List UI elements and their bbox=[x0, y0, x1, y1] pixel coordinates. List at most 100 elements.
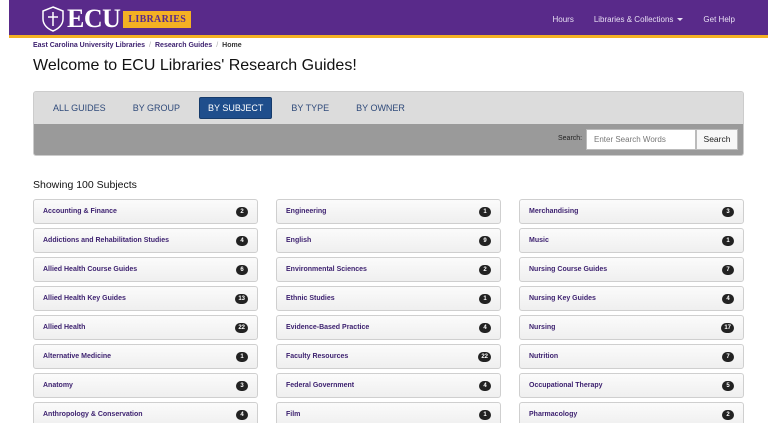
guide-count-badge: 7 bbox=[722, 265, 734, 275]
subject-column-2: Engineering 1 English 9 Environmental Scienc… bbox=[276, 199, 501, 423]
subject-column-1: Accounting & Finance 2 Addictions and Reha… bbox=[33, 199, 258, 423]
subject-list-item[interactable]: Music 1 bbox=[519, 228, 744, 253]
subject-list-item[interactable]: Nutrition 7 bbox=[519, 344, 744, 369]
subject-label: Allied Health Key Guides bbox=[43, 295, 126, 302]
subject-label: Anthropology & Conservation bbox=[43, 411, 143, 418]
subject-list-item[interactable]: Ethnic Studies 1 bbox=[276, 286, 501, 311]
subject-list-item[interactable]: Addictions and Rehabilitation Studies 4 bbox=[33, 228, 258, 253]
subject-label: Music bbox=[529, 237, 549, 244]
guide-count-badge: 1 bbox=[479, 207, 491, 217]
subject-label: Ethnic Studies bbox=[286, 295, 335, 302]
subject-list-item[interactable]: English 9 bbox=[276, 228, 501, 253]
guide-count-badge: 1 bbox=[722, 236, 734, 246]
breadcrumb: East Carolina University Libraries / Res… bbox=[33, 42, 242, 49]
guide-count-badge: 9 bbox=[479, 236, 491, 246]
search-input[interactable]: Enter Search Words bbox=[586, 129, 696, 150]
tab-all-guides[interactable]: ALL GUIDES bbox=[45, 98, 114, 118]
guide-count-badge: 4 bbox=[479, 381, 491, 391]
subject-column-3: Merchandising 3 Music 1 Nursing Course Guide… bbox=[519, 199, 744, 423]
nav-get-help-link[interactable]: Get Help bbox=[703, 15, 735, 24]
tab-by-subject[interactable]: BY SUBJECT bbox=[199, 97, 273, 119]
subject-list-item[interactable]: Anthropology & Conservation 4 bbox=[33, 402, 258, 423]
guide-count-badge: 7 bbox=[722, 352, 734, 362]
subject-list-item[interactable]: Anatomy 3 bbox=[33, 373, 258, 398]
nav-hours-link[interactable]: Hours bbox=[552, 15, 573, 24]
guide-count-badge: 2 bbox=[722, 410, 734, 420]
search-bar: Search: Enter Search Words Search bbox=[34, 124, 743, 155]
search-label: Search: bbox=[558, 135, 583, 142]
caret-down-icon bbox=[677, 17, 684, 21]
subject-list-item[interactable]: Occupational Therapy 5 bbox=[519, 373, 744, 398]
subject-list-item[interactable]: Allied Health 22 bbox=[33, 315, 258, 340]
subject-label: Nursing Course Guides bbox=[529, 266, 608, 273]
subject-label: Accounting & Finance bbox=[43, 208, 117, 215]
site-header: ECU LIBRARIES Hours Libraries & Collecti… bbox=[9, 0, 768, 38]
subject-list-item[interactable]: Environmental Sciences 2 bbox=[276, 257, 501, 282]
subject-label: Nursing Key Guides bbox=[529, 295, 596, 302]
subject-label: Alternative Medicine bbox=[43, 353, 112, 360]
subject-label: Occupational Therapy bbox=[529, 382, 603, 389]
guide-count-badge: 22 bbox=[478, 352, 491, 362]
breadcrumb-link[interactable]: Research Guides bbox=[155, 42, 212, 49]
subject-list-item[interactable]: Merchandising 3 bbox=[519, 199, 744, 224]
guide-count-badge: 2 bbox=[236, 207, 248, 217]
tab-by-type[interactable]: BY TYPE bbox=[283, 98, 337, 118]
subject-label: Pharmacology bbox=[529, 411, 578, 418]
tab-by-group[interactable]: BY GROUP bbox=[125, 98, 188, 118]
breadcrumb-link[interactable]: East Carolina University Libraries bbox=[33, 42, 145, 49]
page-title: Welcome to ECU Libraries' Research Guide… bbox=[33, 57, 357, 74]
subjects-count-heading: Showing 100 Subjects bbox=[33, 179, 137, 191]
subject-list-item[interactable]: Evidence-Based Practice 4 bbox=[276, 315, 501, 340]
guide-count-badge: 1 bbox=[479, 410, 491, 420]
guides-tabs-panel: ALL GUIDES BY GROUP BY SUBJECT BY TYPE B… bbox=[33, 91, 744, 156]
logo-text: ECU bbox=[67, 4, 121, 33]
subject-list-item[interactable]: Nursing Course Guides 7 bbox=[519, 257, 744, 282]
subject-list-item[interactable]: Film 1 bbox=[276, 402, 501, 423]
guide-count-badge: 17 bbox=[721, 323, 734, 333]
subject-list-item[interactable]: Accounting & Finance 2 bbox=[33, 199, 258, 224]
subject-label: Addictions and Rehabilitation Studies bbox=[43, 237, 170, 244]
guide-count-badge: 3 bbox=[722, 207, 734, 217]
guide-count-badge: 6 bbox=[236, 265, 248, 275]
guide-count-badge: 4 bbox=[722, 294, 734, 304]
breadcrumb-separator: / bbox=[149, 42, 151, 49]
subject-label: Film bbox=[286, 411, 301, 418]
subject-list-item[interactable]: Alternative Medicine 1 bbox=[33, 344, 258, 369]
subject-label: Evidence-Based Practice bbox=[286, 324, 370, 331]
subject-list-item[interactable]: Allied Health Key Guides 13 bbox=[33, 286, 258, 311]
logo-libraries-tag: LIBRARIES bbox=[123, 10, 192, 28]
guide-count-badge: 2 bbox=[479, 265, 491, 275]
subject-label: Nutrition bbox=[529, 353, 559, 360]
nav-libraries-collections-label: Libraries & Collections bbox=[593, 14, 674, 24]
subject-list-item[interactable]: Federal Government 4 bbox=[276, 373, 501, 398]
subject-label: Environmental Sciences bbox=[286, 266, 367, 273]
subject-label: Engineering bbox=[286, 208, 327, 215]
subject-label: Allied Health bbox=[43, 324, 86, 331]
breadcrumb-separator: / bbox=[216, 42, 219, 49]
nav-libraries-collections-dropdown[interactable]: Libraries & Collections bbox=[594, 15, 684, 24]
guide-count-badge: 3 bbox=[236, 381, 248, 391]
tab-by-owner[interactable]: BY OWNER bbox=[348, 98, 413, 118]
breadcrumb-current: Home bbox=[222, 42, 242, 49]
subject-label: English bbox=[286, 237, 312, 244]
search-button[interactable]: Search bbox=[696, 129, 738, 150]
subject-list-item[interactable]: Pharmacology 2 bbox=[519, 402, 744, 423]
subject-label: Anatomy bbox=[43, 382, 73, 389]
ecu-shield-icon bbox=[42, 6, 64, 32]
subject-list-item[interactable]: Engineering 1 bbox=[276, 199, 501, 224]
guide-count-badge: 13 bbox=[235, 294, 248, 304]
guide-count-badge: 4 bbox=[479, 323, 491, 333]
guide-count-badge: 1 bbox=[236, 352, 248, 362]
subject-label: Faculty Resources bbox=[286, 353, 349, 360]
subject-list-item[interactable]: Nursing 17 bbox=[519, 315, 744, 340]
tab-bar: ALL GUIDES BY GROUP BY SUBJECT BY TYPE B… bbox=[34, 92, 743, 124]
subject-label: Allied Health Course Guides bbox=[43, 266, 138, 273]
subject-list-item[interactable]: Nursing Key Guides 4 bbox=[519, 286, 744, 311]
guide-count-badge: 4 bbox=[236, 236, 248, 246]
subject-list-item[interactable]: Faculty Resources 22 bbox=[276, 344, 501, 369]
subject-list-item[interactable]: Allied Health Course Guides 6 bbox=[33, 257, 258, 282]
top-nav: Hours Libraries & Collections Get Help bbox=[532, 0, 735, 38]
ecu-libraries-logo[interactable]: ECU LIBRARIES bbox=[42, 4, 192, 34]
subject-label: Merchandising bbox=[529, 208, 579, 215]
guide-count-badge: 22 bbox=[235, 323, 248, 333]
